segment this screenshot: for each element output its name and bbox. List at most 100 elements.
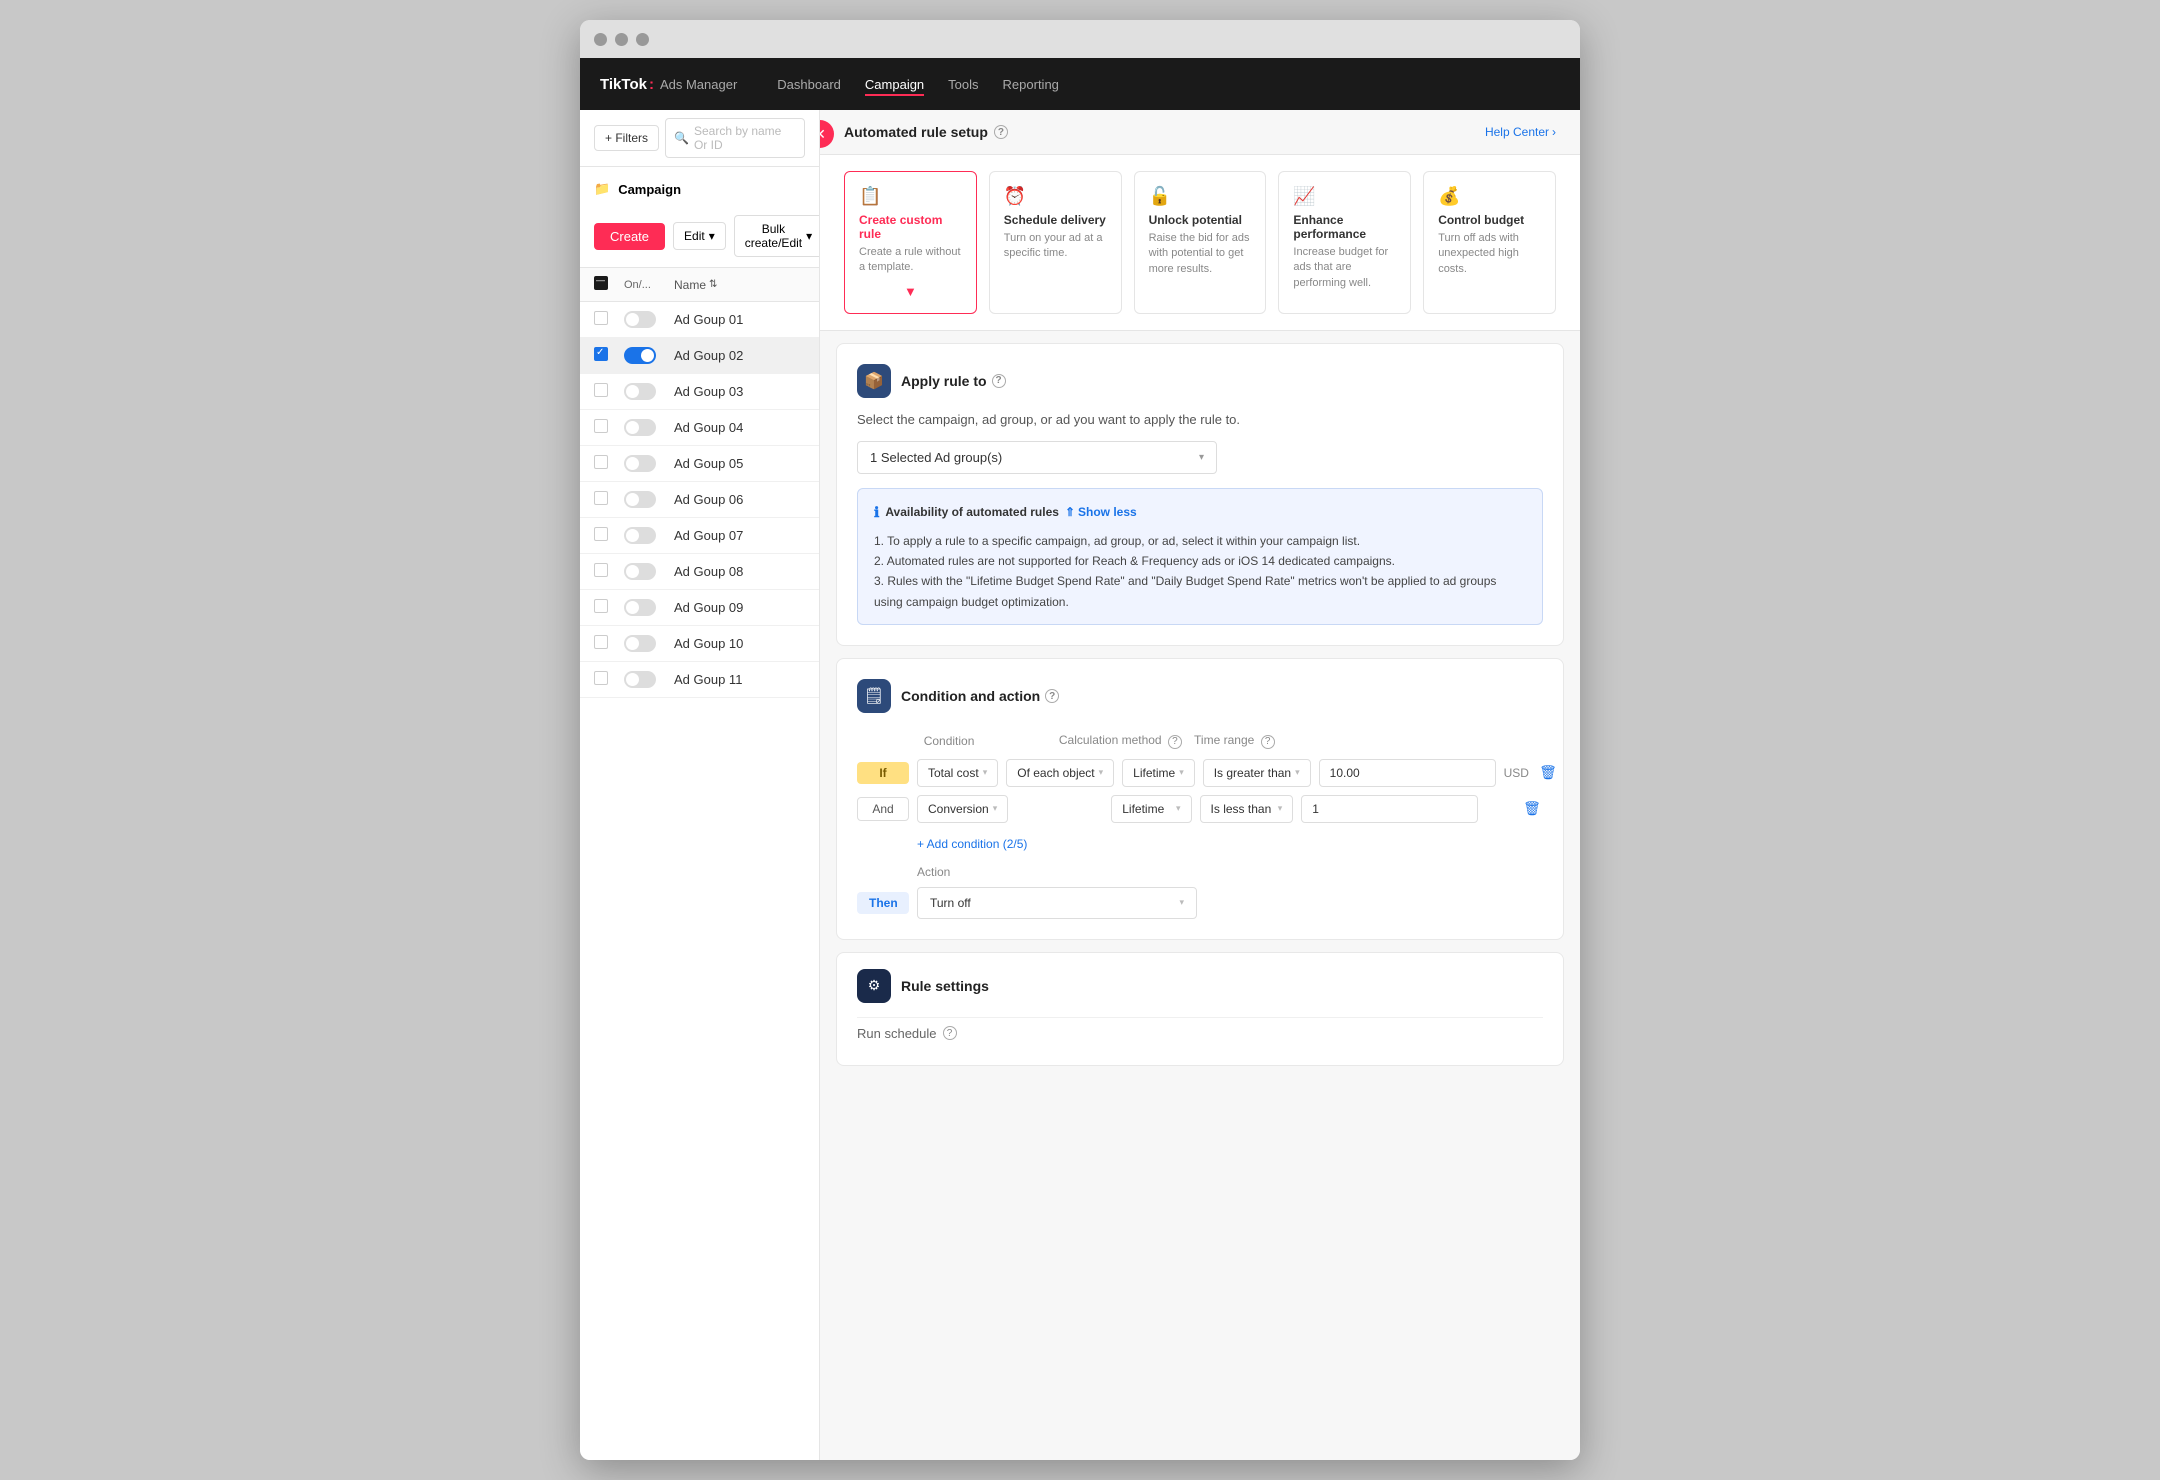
value-2-input[interactable] [1301,795,1478,823]
action-select[interactable]: Turn off ▾ [917,887,1197,919]
show-less-button[interactable]: ⇑ Show less [1065,502,1137,522]
delete-condition-1-button[interactable]: 🗑 [1537,762,1559,784]
item-checkbox[interactable] [594,383,608,397]
template-card-icon: 📈 [1293,186,1396,207]
template-card-unlock[interactable]: 🔓Unlock potentialRaise the bid for ads w… [1134,171,1267,314]
search-box[interactable]: 🔍 Search by name Or ID [665,118,805,158]
template-card-title: Schedule delivery [1004,213,1107,227]
select-all-checkbox[interactable] [594,276,608,290]
item-checkbox[interactable] [594,563,608,577]
time-1-select[interactable]: Lifetime ▾ [1122,759,1195,787]
condition-action-info-icon[interactable]: ? [1045,689,1059,703]
list-item[interactable]: Ad Goup 11 [580,662,819,698]
list-item[interactable]: Ad Goup 09 [580,590,819,626]
operator-2-select[interactable]: Is less than ▾ [1200,795,1294,823]
item-checkbox[interactable] [594,599,608,613]
list-item[interactable]: Ad Goup 06 [580,482,819,518]
operator-1-select[interactable]: Is greater than ▾ [1203,759,1311,787]
apply-rule-title: Apply rule to ? [901,373,1006,389]
apply-rule-header: 📦 Apply rule to ? [857,364,1543,398]
item-checkbox[interactable] [594,419,608,433]
action-label: Action [917,865,950,879]
and-tag: And [857,797,909,821]
item-checkbox[interactable] [594,347,608,361]
campaign-list: Ad Goup 01Ad Goup 02Ad Goup 03Ad Goup 04… [580,302,819,698]
time-2-select[interactable]: Lifetime ▾ [1111,795,1191,823]
condition-1-select[interactable]: Total cost ▾ [917,759,998,787]
nav-campaign[interactable]: Campaign [865,73,924,96]
list-item[interactable]: Ad Goup 04 [580,410,819,446]
value-1-input[interactable] [1319,759,1496,787]
list-item[interactable]: Ad Goup 03 [580,374,819,410]
apply-rule-info-icon[interactable]: ? [992,374,1006,388]
template-card-enhance[interactable]: 📈Enhance performanceIncrease budget for … [1278,171,1411,314]
col-time-info-icon[interactable]: ? [1261,735,1275,749]
condition-column-headers: Condition Calculation method ? Time rang… [857,727,1543,755]
template-card-desc: Create a rule without a template. [859,245,962,276]
list-item[interactable]: Ad Goup 10 [580,626,819,662]
list-item[interactable]: Ad Goup 01 [580,302,819,338]
action-row: Then Turn off ▾ [857,887,1543,919]
list-item[interactable]: Ad Goup 05 [580,446,819,482]
traffic-light-red [594,33,607,46]
item-toggle[interactable] [624,383,656,400]
item-checkbox[interactable] [594,491,608,505]
calc-1-select[interactable]: Of each object ▾ [1006,759,1114,787]
help-center-link[interactable]: Help Center › [1485,125,1556,139]
bulk-chevron-icon: ▾ [806,229,812,243]
ad-group-select[interactable]: 1 Selected Ad group(s) ▾ [857,441,1217,474]
edit-chevron-icon: ▾ [709,229,715,243]
run-schedule-info-icon[interactable]: ? [943,1026,957,1040]
item-toggle[interactable] [624,599,656,616]
template-card-custom[interactable]: 📋Create custom ruleCreate a rule without… [844,171,977,314]
item-checkbox[interactable] [594,455,608,469]
item-checkbox[interactable] [594,635,608,649]
template-card-control[interactable]: 💰Control budgetTurn off ads with unexpec… [1423,171,1556,314]
nav-reporting[interactable]: Reporting [1003,73,1059,96]
item-checkbox[interactable] [594,311,608,325]
list-item[interactable]: Ad Goup 07 [580,518,819,554]
delete-condition-2-button[interactable]: 🗑 [1521,798,1543,820]
item-toggle[interactable] [624,491,656,508]
template-card-desc: Increase budget for ads that are perform… [1293,245,1396,291]
edit-button[interactable]: Edit ▾ [673,222,726,250]
rule-settings-header: ⚙ Rule settings [857,969,1543,1003]
nav-dashboard[interactable]: Dashboard [777,73,841,96]
item-toggle[interactable] [624,671,656,688]
list-item[interactable]: Ad Goup 02 [580,338,819,374]
col-calc-header: Calculation method ? [1059,733,1186,749]
item-toggle[interactable] [624,347,656,364]
then-tag: Then [857,892,909,914]
sort-icon[interactable]: ⇅ [709,279,717,290]
item-toggle[interactable] [624,563,656,580]
if-tag: If [857,762,909,784]
item-toggle[interactable] [624,635,656,652]
template-card-schedule[interactable]: ⏰Schedule deliveryTurn on your ad at a s… [989,171,1122,314]
item-checkbox[interactable] [594,671,608,685]
col-calc-info-icon[interactable]: ? [1168,735,1182,749]
calc-1-chevron-icon: ▾ [1099,767,1104,778]
nav-tools[interactable]: Tools [948,73,978,96]
item-toggle[interactable] [624,419,656,436]
bulk-label: Bulk create/Edit [745,222,802,250]
item-name: Ad Goup 06 [674,492,805,507]
condition-action-header: 🗒 Condition and action ? [857,679,1543,713]
item-toggle[interactable] [624,311,656,328]
list-item[interactable]: Ad Goup 08 [580,554,819,590]
create-button[interactable]: Create [594,223,665,250]
sidebar: + Filters 🔍 Search by name Or ID 📁 Campa… [580,110,820,1460]
traffic-light-yellow [615,33,628,46]
filters-button[interactable]: + Filters [594,125,659,151]
item-toggle[interactable] [624,455,656,472]
info-point-1: 1. To apply a rule to a specific campaig… [874,531,1526,551]
select-chevron-icon: ▾ [1199,452,1204,463]
condition-2-select[interactable]: Conversion ▾ [917,795,1008,823]
logo: TikTok: Ads Manager [600,76,737,93]
panel-title-info-icon[interactable]: ? [994,125,1008,139]
add-condition-button[interactable]: + Add condition (2/5) [857,831,1543,857]
info-point-2: 2. Automated rules are not supported for… [874,551,1526,571]
item-toggle[interactable] [624,527,656,544]
bulk-button[interactable]: Bulk create/Edit ▾ [734,215,820,257]
item-checkbox[interactable] [594,527,608,541]
column-name-header: Name ⇅ [674,278,805,292]
